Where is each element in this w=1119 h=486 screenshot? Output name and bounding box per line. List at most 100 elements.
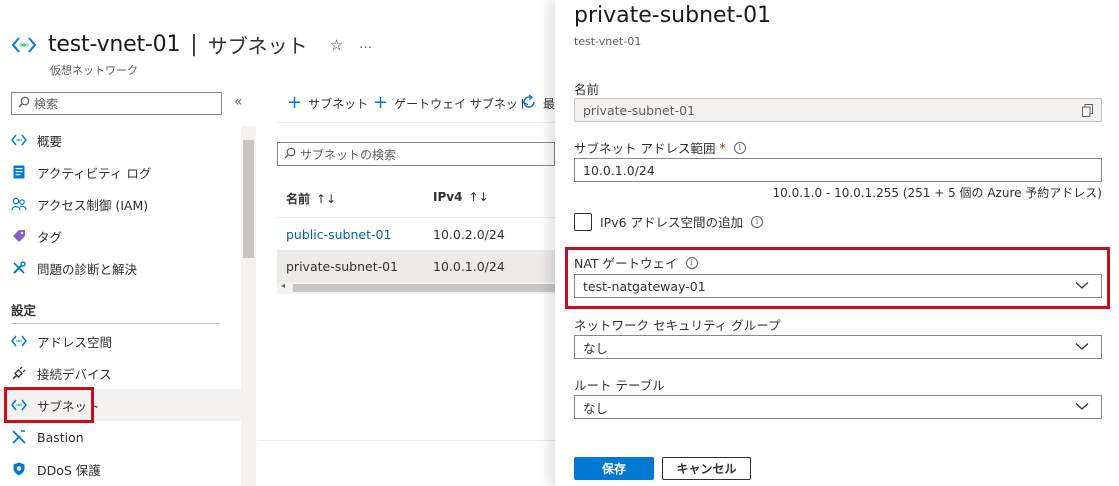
nsg-select[interactable]: なし <box>574 335 1102 359</box>
nsg-label-text: ネットワーク セキュリティ グループ <box>574 318 781 333</box>
ipv6-label: IPv6 アドレス空間の追加 <box>600 215 744 230</box>
sidebar-item-ddos[interactable]: DDoS 保護 <box>0 453 241 485</box>
people-icon <box>11 196 27 212</box>
nsg-label: ネットワーク セキュリティ グループ <box>574 315 780 334</box>
add-subnet-label: サブネット <box>308 96 369 111</box>
content-footer-divider <box>257 440 555 441</box>
sidebar-search-input[interactable]: 検索 <box>11 92 222 115</box>
subnet-name-field: private-subnet-01 <box>574 98 1102 122</box>
save-button[interactable]: 保存 <box>574 457 654 480</box>
refresh-button[interactable]: 最 <box>521 94 555 113</box>
address-range-value: 10.0.1.0/24 <box>583 162 655 178</box>
sidebar-item-tags[interactable]: タグ <box>0 220 241 252</box>
wrench-icon <box>11 260 27 276</box>
nsg-value: なし <box>583 340 609 356</box>
sidebar-item-overview[interactable]: 概要 <box>0 124 241 156</box>
chevron-down-icon[interactable] <box>1075 399 1089 416</box>
subnet-ipv4: 10.0.1.0/24 <box>433 258 505 274</box>
address-range-label: サブネット アドレス範囲 * i <box>574 138 746 157</box>
shield-icon <box>11 461 27 477</box>
address-range-label-text: サブネット アドレス範囲 <box>574 141 716 156</box>
route-table-value: なし <box>583 400 609 416</box>
command-bar-divider <box>277 122 555 123</box>
ipv6-checkbox[interactable] <box>574 212 592 231</box>
sidebar-item-label: アクティビティ ログ <box>37 165 152 181</box>
sidebar: 検索 « 概要 アクティビティ ログ アクセス制御 (IAM) タグ 問題の診断… <box>0 84 256 486</box>
sidebar-item-label: タグ <box>37 229 63 245</box>
cancel-button[interactable]: キャンセル <box>662 457 751 480</box>
edit-subnet-panel: private-subnet-01 test-vnet-01 名前 privat… <box>555 0 1119 486</box>
sidebar-item-iam[interactable]: アクセス制御 (IAM) <box>0 188 241 220</box>
collapse-sidebar-button[interactable]: « <box>234 94 243 110</box>
vnet-icon <box>11 333 27 349</box>
add-gateway-subnet-button[interactable]: + ゲートウェイ サブネット <box>373 94 530 112</box>
panel-title: private-subnet-01 <box>574 3 772 28</box>
info-icon[interactable]: i <box>733 141 746 154</box>
vnet-icon <box>10 31 38 59</box>
subnet-name-link[interactable]: public-subnet-01 <box>286 218 391 250</box>
search-icon <box>18 96 30 111</box>
page-title: サブネット <box>207 34 308 58</box>
bastion-icon <box>11 429 27 445</box>
table-scroll-thumb[interactable] <box>293 284 555 292</box>
resource-name: test-vnet-01 <box>48 32 181 57</box>
chevron-down-icon[interactable] <box>1075 339 1089 356</box>
address-range-hint: 10.0.1.0 - 10.0.1.255 (251 + 5 個の Azure … <box>772 186 1102 200</box>
sort-icon[interactable]: ↑↓ <box>468 190 488 204</box>
star-icon[interactable]: ☆ <box>330 36 343 54</box>
resource-type: 仮想ネットワーク <box>50 64 138 77</box>
sidebar-item-label: アクセス制御 (IAM) <box>37 197 149 213</box>
subnet-name-link[interactable]: private-subnet-01 <box>286 250 398 282</box>
sidebar-item-diagnose[interactable]: 問題の診断と解決 <box>0 252 241 284</box>
refresh-label: 最 <box>543 97 556 111</box>
highlight-frame-nat-gateway <box>565 247 1110 309</box>
tag-icon <box>11 228 27 244</box>
sidebar-item-label: アドレス空間 <box>37 334 113 350</box>
column-header-label: IPv4 <box>433 190 463 204</box>
column-header-name[interactable]: 名前 ↑↓ <box>286 190 336 207</box>
sidebar-scrollbar[interactable] <box>241 126 256 486</box>
route-table-select[interactable]: なし <box>574 395 1102 419</box>
sidebar-item-label: 接続デバイス <box>37 366 112 382</box>
info-icon[interactable]: i <box>751 215 764 228</box>
column-header-label: 名前 <box>286 192 311 206</box>
sidebar-item-label: Bastion <box>37 429 84 445</box>
vnet-blade: test-vnet-01 | サブネット ☆ … 仮想ネットワーク 検索 « 概… <box>0 0 555 486</box>
subnets-content: + サブネット + ゲートウェイ サブネット 最 サブネットの検索 名前 ↑↓ … <box>257 84 555 486</box>
plus-icon: + <box>287 92 303 113</box>
sidebar-item-activity-log[interactable]: アクティビティ ログ <box>0 156 241 188</box>
highlight-frame-subnets <box>4 387 94 423</box>
address-range-input[interactable]: 10.0.1.0/24 <box>574 158 1102 182</box>
column-header-ipv4[interactable]: IPv4 ↑↓ <box>433 190 489 204</box>
sidebar-item-label: 概要 <box>37 133 63 149</box>
search-icon <box>284 147 296 162</box>
add-subnet-button[interactable]: + サブネット <box>287 94 368 112</box>
sidebar-scroll-thumb[interactable] <box>243 140 254 258</box>
table-horizontal-scrollbar[interactable]: ◂ <box>277 281 555 294</box>
sidebar-item-connected-devices[interactable]: 接続デバイス <box>0 357 241 389</box>
sidebar-item-label: 問題の診断と解決 <box>37 261 138 277</box>
name-label: 名前 <box>574 79 599 98</box>
subnet-ipv4: 10.0.2.0/24 <box>433 226 505 242</box>
search-placeholder: サブネットの検索 <box>300 147 397 162</box>
panel-subtitle: test-vnet-01 <box>574 35 642 48</box>
route-table-label: ルート テーブル <box>574 375 665 394</box>
copy-icon[interactable] <box>1082 104 1093 120</box>
sort-icon[interactable]: ↑↓ <box>316 192 336 206</box>
required-asterisk: * <box>719 140 726 155</box>
table-row[interactable]: private-subnet-01 10.0.1.0/24 <box>277 250 555 282</box>
table-row[interactable]: public-subnet-01 10.0.2.0/24 <box>277 218 555 250</box>
section-divider <box>11 323 220 324</box>
name-label-text: 名前 <box>574 82 600 97</box>
search-placeholder: 検索 <box>34 97 59 111</box>
vnet-icon <box>11 132 27 148</box>
refresh-icon <box>521 94 537 113</box>
sidebar-item-bastion[interactable]: Bastion <box>0 421 241 453</box>
add-gateway-subnet-label: ゲートウェイ サブネット <box>394 96 530 111</box>
sidebar-item-address-space[interactable]: アドレス空間 <box>0 325 241 357</box>
ipv6-checkbox-row[interactable]: IPv6 アドレス空間の追加 i <box>574 212 764 231</box>
sidebar-item-label: DDoS 保護 <box>37 462 101 478</box>
subnet-search-input[interactable]: サブネットの検索 <box>277 142 555 166</box>
scroll-left-icon[interactable]: ◂ <box>281 281 285 290</box>
more-options-button[interactable]: … <box>359 37 373 52</box>
